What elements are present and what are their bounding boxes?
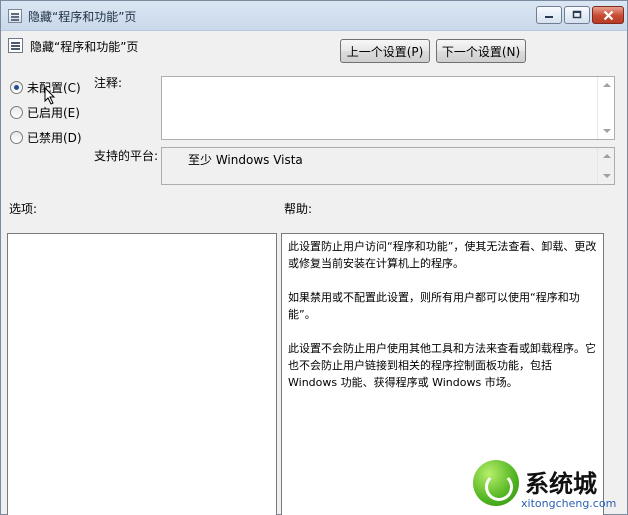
title-bar[interactable]: 隐藏“程序和功能”页 xyxy=(1,1,627,31)
window-title: 隐藏“程序和功能”页 xyxy=(28,10,137,24)
help-paragraph: 此设置防止用户访问“程序和功能”，使其无法查看、卸载、更改或修复当前安装在计算机… xyxy=(288,240,597,270)
platform-value: 至少 Windows Vista xyxy=(188,153,303,167)
radio-button[interactable] xyxy=(10,80,23,94)
comment-scrollbar[interactable] xyxy=(597,77,614,139)
platform-field: 至少 Windows Vista xyxy=(161,147,615,185)
previous-setting-button[interactable]: 上一个设置(P) xyxy=(340,39,430,63)
policy-icon xyxy=(8,9,22,23)
mouse-cursor-icon xyxy=(44,87,56,105)
radio-button[interactable] xyxy=(10,130,23,144)
site-watermark: 系统城 xitongcheng.com xyxy=(469,456,628,515)
minimize-icon xyxy=(545,16,553,18)
radio-button[interactable] xyxy=(10,105,23,119)
next-setting-button[interactable]: 下一个设置(N) xyxy=(436,39,526,63)
platform-scrollbar[interactable] xyxy=(597,148,614,184)
watermark-logo-icon xyxy=(473,460,519,506)
help-paragraph: 如果禁用或不配置此设置，则所有用户都可以使用“程序和功能”。 xyxy=(288,291,580,321)
help-label: 帮助: xyxy=(284,202,313,216)
close-icon xyxy=(603,10,613,20)
maximize-icon xyxy=(572,10,582,19)
watermark-text: 系统城 xyxy=(525,470,597,498)
scroll-down-icon[interactable] xyxy=(603,129,611,133)
help-paragraph: 此设置不会防止用户使用其他工具和方法来查看或卸载程序。它也不会防止用户链接到相关… xyxy=(288,342,596,389)
radio-disabled[interactable]: 已禁用(D) xyxy=(10,129,82,145)
minimize-button[interactable] xyxy=(536,6,562,24)
watermark-url: xitongcheng.com xyxy=(521,497,617,510)
radio-label: 已禁用(D) xyxy=(27,130,82,145)
setting-icon xyxy=(8,38,23,53)
maximize-button[interactable] xyxy=(564,6,590,24)
platform-label: 支持的平台: xyxy=(94,149,159,163)
comment-textarea[interactable] xyxy=(161,76,615,140)
setting-title: 隐藏“程序和功能”页 xyxy=(30,40,139,54)
close-button[interactable] xyxy=(592,6,624,24)
comment-label: 注释: xyxy=(94,76,123,90)
scroll-down-icon[interactable] xyxy=(603,174,611,178)
help-text: 此设置防止用户访问“程序和功能”，使其无法查看、卸载、更改或修复当前安装在计算机… xyxy=(288,238,604,408)
options-panel xyxy=(7,233,277,515)
scroll-up-icon[interactable] xyxy=(603,154,611,158)
scroll-up-icon[interactable] xyxy=(603,83,611,87)
policy-dialog: 隐藏“程序和功能”页 隐藏“程序和功能”页 上一个设置(P) 下一个设置(N) … xyxy=(0,0,628,515)
options-label: 选项: xyxy=(9,202,38,216)
radio-label: 已启用(E) xyxy=(27,105,80,120)
radio-enabled[interactable]: 已启用(E) xyxy=(10,104,80,120)
